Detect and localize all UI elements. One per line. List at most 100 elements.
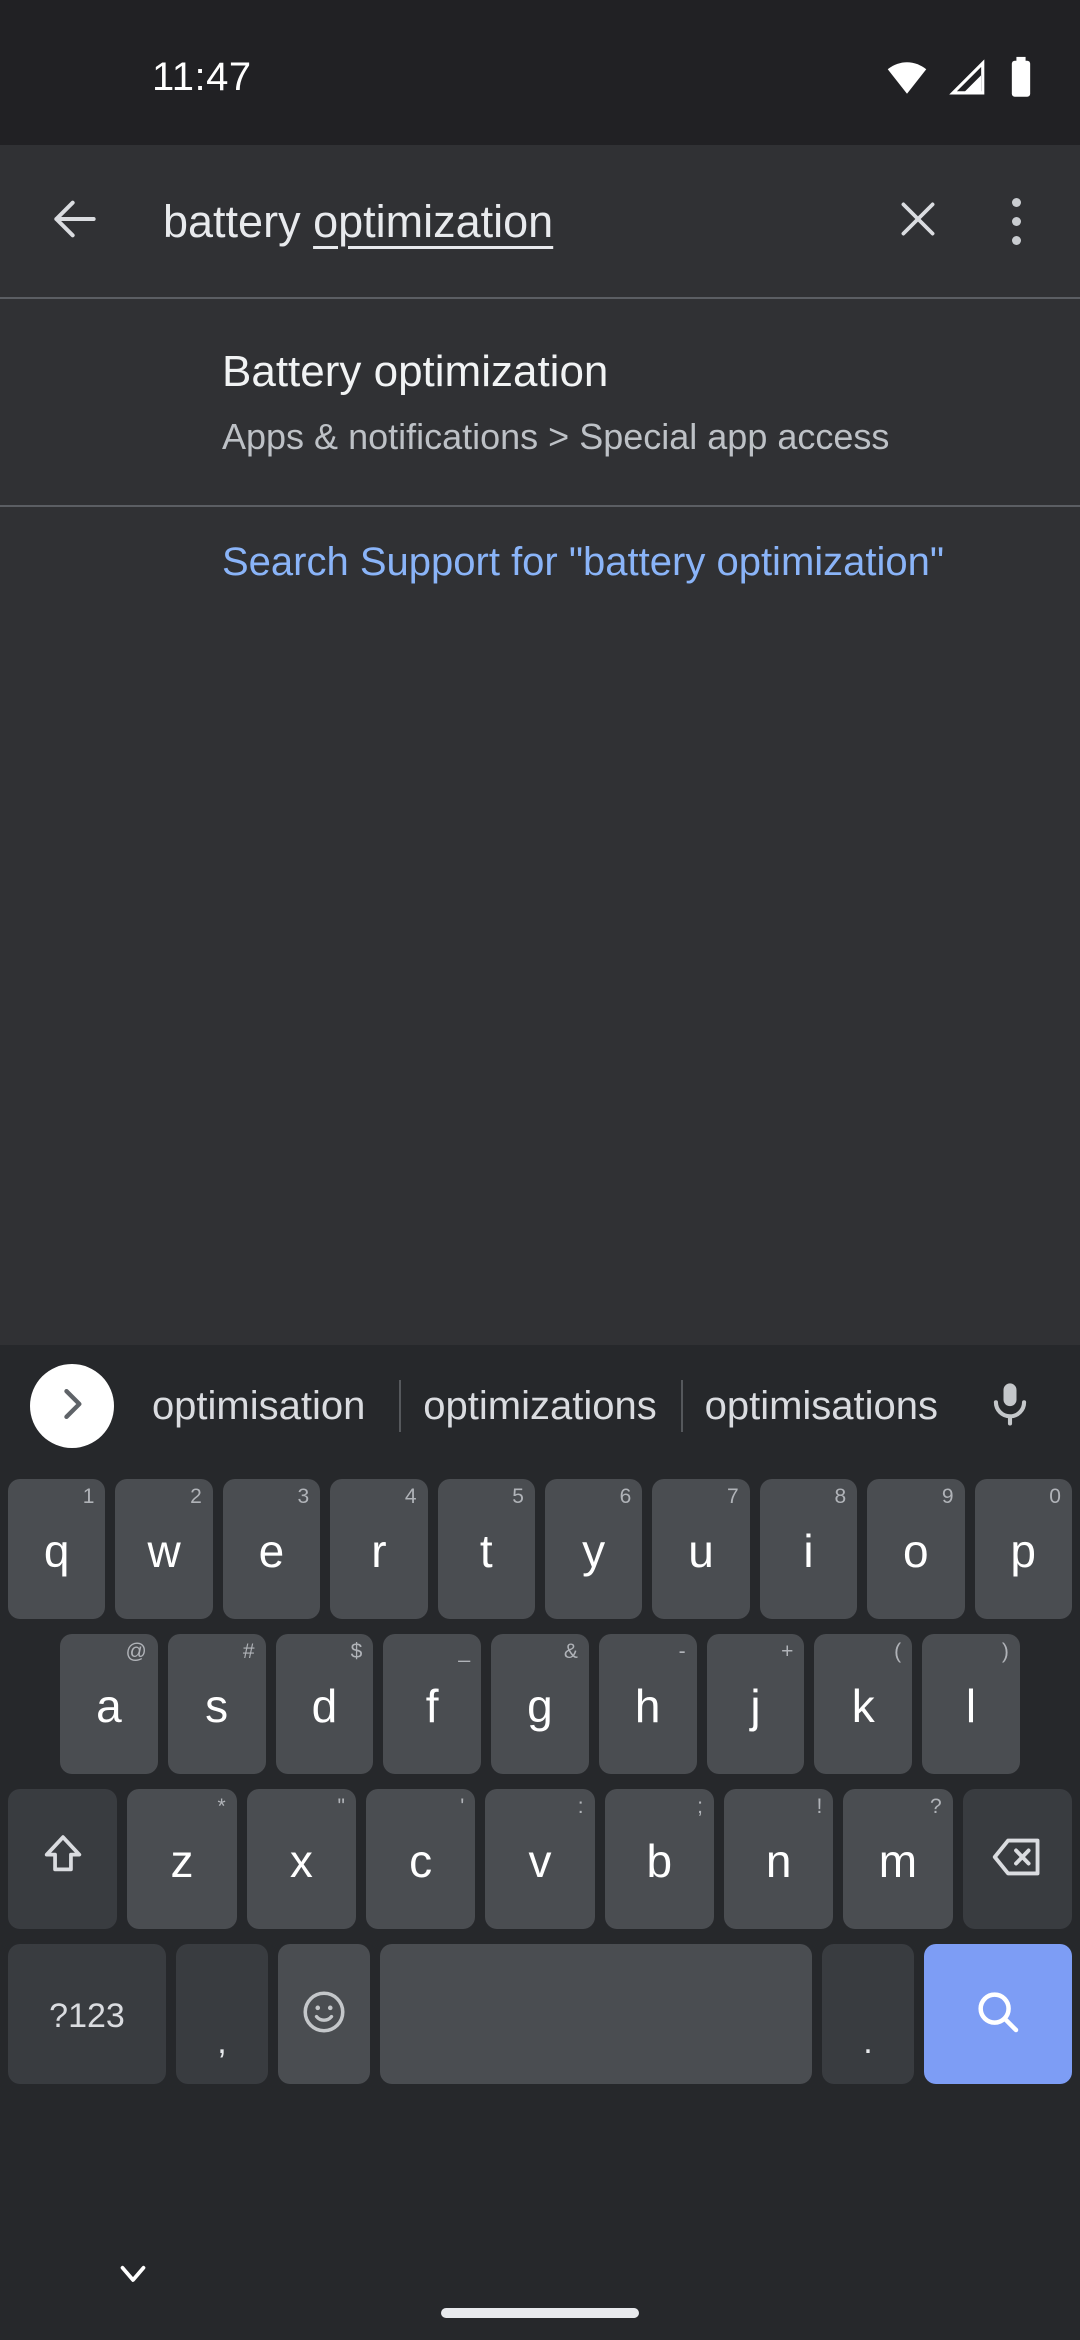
key-g[interactable]: & g	[491, 1634, 589, 1774]
search-icon	[971, 1985, 1025, 2044]
key-hint: 2	[190, 1485, 202, 1508]
emoji-smiley-icon	[299, 1987, 349, 2042]
backspace-key[interactable]	[962, 1789, 1072, 1929]
key-h[interactable]: -h	[598, 1634, 697, 1774]
expand-suggestions-button[interactable]	[30, 1364, 114, 1448]
back-button[interactable]	[20, 145, 130, 298]
suggestion-chip[interactable]: optimizations	[399, 1384, 680, 1429]
wifi-icon	[886, 57, 928, 99]
key-hint: ;	[697, 1795, 703, 1818]
status-bar-icons	[886, 56, 1036, 100]
key-n[interactable]: ! n	[723, 1789, 834, 1929]
key-label: j	[750, 1680, 761, 1732]
result-divider	[0, 505, 1080, 507]
key-y[interactable]: 6y	[544, 1479, 643, 1619]
suggestion-list: optimisation optimizations optimisations	[118, 1345, 962, 1467]
emoji-key[interactable]	[278, 1944, 370, 2084]
key-v[interactable]: :v	[485, 1789, 595, 1929]
search-support-link[interactable]: Search Support for "battery optimization…	[0, 540, 1080, 585]
key-label: f	[425, 1680, 439, 1732]
search-query-composing: optimization	[313, 195, 554, 247]
search-input[interactable]: battery optimization	[130, 145, 870, 298]
clear-search-button[interactable]	[870, 145, 966, 298]
key-label: a	[96, 1680, 122, 1732]
shift-key[interactable]	[8, 1789, 118, 1929]
key-hint: 3	[297, 1485, 310, 1508]
key-hint: _	[458, 1640, 471, 1663]
key-p[interactable]: 0p	[974, 1479, 1072, 1619]
key-hint: 5	[512, 1485, 524, 1508]
key-hint: 7	[727, 1485, 739, 1508]
key-d[interactable]: $ d	[275, 1634, 374, 1774]
key-label: .	[863, 2023, 873, 2061]
key-w[interactable]: 2w	[115, 1479, 213, 1619]
key-label: k	[851, 1680, 875, 1732]
home-indicator[interactable]	[441, 2308, 639, 2318]
key-l[interactable]: ) l	[922, 1634, 1020, 1774]
key-hint: 8	[834, 1485, 847, 1508]
key-label: d	[311, 1680, 338, 1732]
key-r[interactable]: 4r	[330, 1479, 428, 1619]
chevron-down-icon	[112, 2252, 154, 2299]
symbols-key[interactable]: ?123	[8, 1944, 166, 2084]
key-label: e	[258, 1525, 285, 1577]
keyboard-row-4: ?123 , .	[0, 1944, 1080, 2084]
comma-key[interactable]: ,	[176, 1944, 268, 2084]
keyboard-row-2: @ a # s $ d _ f & g -h + j (k ) l	[0, 1634, 1080, 1774]
key-hint: "	[337, 1795, 345, 1818]
key-hint: '	[460, 1795, 465, 1818]
key-label: o	[903, 1525, 929, 1577]
overflow-menu-button[interactable]	[970, 145, 1062, 298]
status-bar-clock: 11:47	[152, 55, 252, 99]
key-hint: +	[781, 1640, 794, 1663]
key-label: s	[205, 1680, 229, 1732]
search-enter-key[interactable]	[924, 1944, 1072, 2084]
key-s[interactable]: # s	[167, 1634, 266, 1774]
key-f[interactable]: _ f	[383, 1634, 482, 1774]
search-query-text: battery optimization	[163, 196, 553, 248]
key-label: r	[371, 1525, 387, 1577]
key-q[interactable]: 1q	[8, 1479, 106, 1619]
search-result-item[interactable]: Battery optimization Apps & notification…	[0, 299, 1080, 505]
suggestion-chip[interactable]: optimisations	[681, 1384, 962, 1429]
key-hint: -	[678, 1640, 686, 1663]
hide-keyboard-button[interactable]	[98, 2245, 168, 2305]
key-t[interactable]: 5t	[437, 1479, 535, 1619]
key-o[interactable]: 9o	[867, 1479, 965, 1619]
search-toolbar: battery optimization	[0, 145, 1080, 298]
key-label: v	[528, 1835, 552, 1887]
key-hint: )	[1001, 1640, 1009, 1663]
key-e[interactable]: 3e	[222, 1479, 321, 1619]
voice-input-button[interactable]	[962, 1345, 1058, 1467]
key-k[interactable]: (k	[814, 1634, 913, 1774]
more-vert-icon	[1011, 193, 1021, 250]
key-a[interactable]: @ a	[60, 1634, 158, 1774]
key-label: i	[803, 1525, 814, 1577]
key-label: l	[965, 1680, 977, 1732]
key-label: x	[289, 1835, 313, 1887]
key-x[interactable]: " x	[246, 1789, 356, 1929]
key-label: h	[634, 1680, 661, 1732]
arrow-back-icon	[47, 191, 103, 252]
key-hint: @	[125, 1640, 147, 1663]
key-c[interactable]: ' c	[365, 1789, 476, 1929]
status-bar: 11:47	[0, 0, 1080, 145]
key-label: w	[147, 1525, 181, 1577]
key-z[interactable]: * z	[127, 1789, 237, 1929]
key-label: g	[527, 1680, 553, 1732]
key-u[interactable]: 7u	[652, 1479, 750, 1619]
battery-icon	[1006, 56, 1036, 100]
key-hint: !	[816, 1795, 823, 1818]
key-label: q	[43, 1525, 70, 1577]
period-key[interactable]: .	[822, 1944, 914, 2084]
key-b[interactable]: ; b	[604, 1789, 714, 1929]
key-label: u	[688, 1525, 714, 1577]
key-i[interactable]: 8i	[759, 1479, 858, 1619]
key-hint: 6	[619, 1485, 632, 1508]
key-m[interactable]: ? m	[843, 1789, 953, 1929]
key-label: p	[1010, 1525, 1036, 1577]
space-key[interactable]	[380, 1944, 812, 2084]
key-j[interactable]: + j	[706, 1634, 805, 1774]
navigation-bar	[0, 2227, 1080, 2340]
suggestion-chip[interactable]: optimisation	[118, 1384, 399, 1429]
